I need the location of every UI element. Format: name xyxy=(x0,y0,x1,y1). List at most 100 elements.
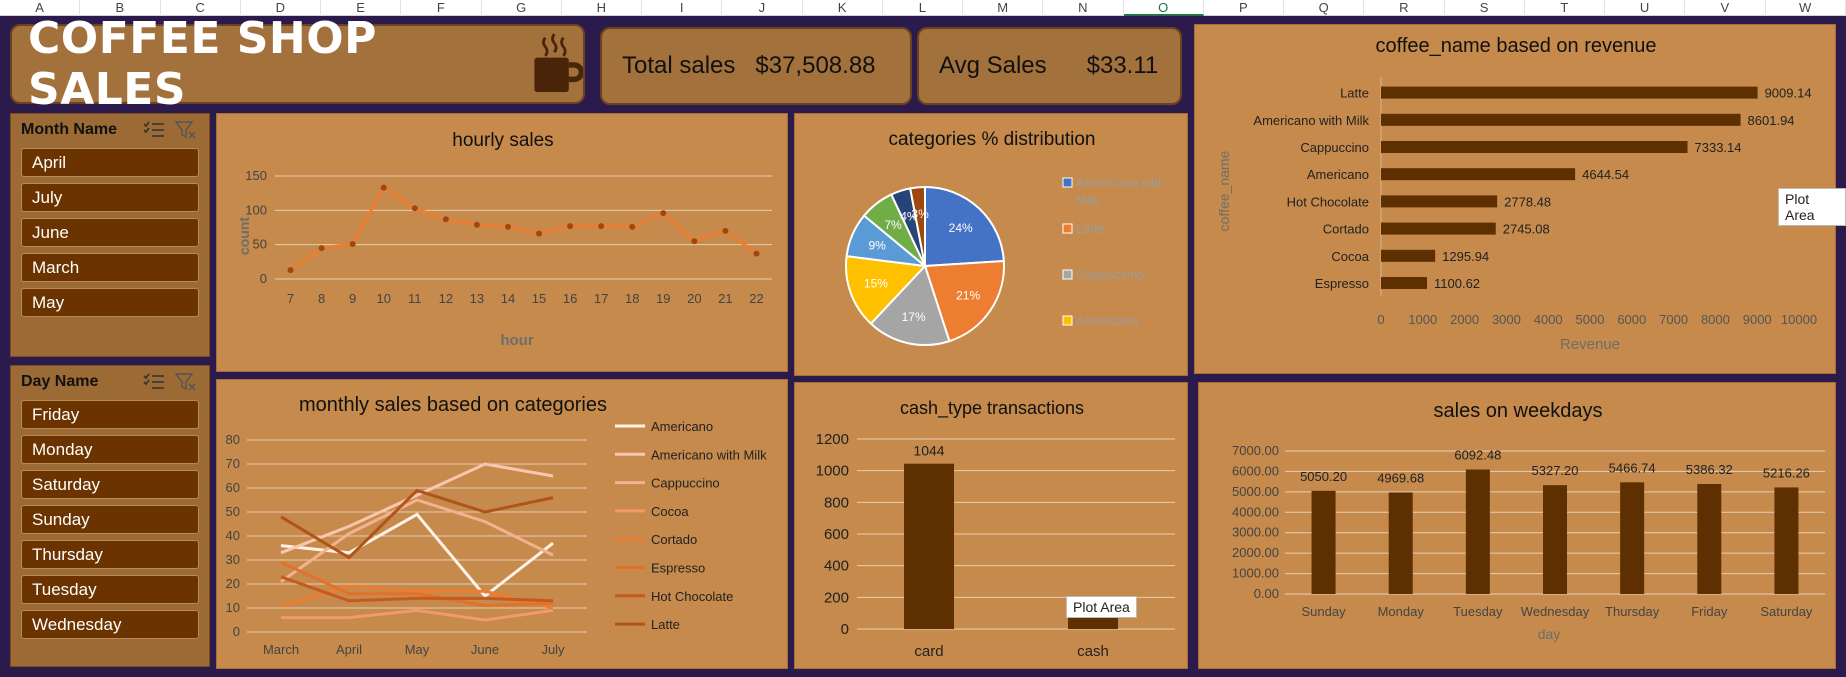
x-tick-label: April xyxy=(336,642,362,657)
bar xyxy=(1381,277,1428,289)
column-header-t[interactable]: T xyxy=(1525,0,1605,16)
column-header-v[interactable]: V xyxy=(1685,0,1766,16)
multi-select-icon[interactable] xyxy=(143,120,165,140)
x-tick-label: 21 xyxy=(718,291,732,306)
bar xyxy=(1381,141,1688,153)
data-label: 7333.14 xyxy=(1695,140,1742,155)
categories-pie-chart[interactable]: categories % distribution 24% 21% 17% 15% 9% 7… xyxy=(794,113,1188,376)
month-slicer-item-june[interactable]: June xyxy=(21,218,199,247)
column-header-i[interactable]: I xyxy=(642,0,723,16)
data-point xyxy=(722,227,729,234)
column-header-s[interactable]: S xyxy=(1445,0,1525,16)
column-header-o[interactable]: O xyxy=(1123,0,1204,16)
legend-swatch xyxy=(1062,223,1073,234)
x-tick-label: 14 xyxy=(501,291,515,306)
data-point xyxy=(411,205,418,212)
x-tick-label: 16 xyxy=(563,291,577,306)
legend-label: Americano with Milk xyxy=(651,447,767,462)
category-label: cash xyxy=(1077,643,1109,660)
column-header-r[interactable]: R xyxy=(1364,0,1445,16)
month-slicer-item-march[interactable]: March xyxy=(21,253,199,282)
legend-label: Cocoa xyxy=(651,504,689,519)
day-slicer-item-friday[interactable]: Friday xyxy=(21,400,199,429)
category-label: Espresso xyxy=(1315,276,1369,291)
data-point xyxy=(753,250,760,257)
y-tick-label: 200 xyxy=(824,589,849,606)
data-point xyxy=(598,223,605,230)
legend-swatch xyxy=(1062,269,1073,280)
slice-label: 3% xyxy=(911,207,929,221)
column-header-h[interactable]: H xyxy=(562,0,642,16)
month-slicer-item-april[interactable]: April xyxy=(21,148,199,177)
column-header-j[interactable]: J xyxy=(722,0,803,16)
x-tick-label: 8000 xyxy=(1701,312,1730,327)
avg-sales-label: Avg Sales xyxy=(939,52,1047,79)
month-slicer-item-july[interactable]: July xyxy=(21,183,199,212)
legend-label: Americano with xyxy=(1076,175,1165,190)
multi-select-icon[interactable] xyxy=(143,372,165,392)
weekday-sales-chart[interactable]: sales on weekdays 0.00 1000.00 2000.00 3000.… xyxy=(1198,382,1836,669)
coffee-revenue-chart[interactable]: coffee_name based on revenue Latte 9009.14… xyxy=(1194,24,1836,374)
data-point xyxy=(349,240,356,247)
column-header-n[interactable]: N xyxy=(1043,0,1124,16)
legend-label: Cappuccino xyxy=(1076,267,1145,282)
category-label: Americano with Milk xyxy=(1253,113,1369,128)
x-tick-label: 6000 xyxy=(1617,312,1646,327)
y-tick-label: 150 xyxy=(245,168,267,183)
column-header-k[interactable]: K xyxy=(803,0,883,16)
data-label: 5327.20 xyxy=(1532,463,1579,478)
day-slicer-item-wednesday[interactable]: Wednesday xyxy=(21,610,199,639)
y-tick-label: 20 xyxy=(226,576,240,591)
month-slicer[interactable]: Month Name April July June March May xyxy=(10,113,210,357)
legend-label: Latte xyxy=(1076,221,1105,236)
column-header-l[interactable]: L xyxy=(883,0,963,16)
legend-label: Milk xyxy=(1076,193,1100,208)
column-header-u[interactable]: U xyxy=(1605,0,1686,16)
day-slicer-item-monday[interactable]: Monday xyxy=(21,435,199,464)
day-slicer-item-tuesday[interactable]: Tuesday xyxy=(21,575,199,604)
category-label: Sunday xyxy=(1302,604,1347,619)
x-tick-label: 9 xyxy=(349,291,356,306)
category-label: Hot Chocolate xyxy=(1287,194,1369,209)
legend-label: Latte xyxy=(651,617,680,632)
clear-filter-icon[interactable] xyxy=(175,120,197,140)
slice-label: 9% xyxy=(868,238,886,252)
plot-area-tooltip: Plot Area xyxy=(1778,188,1846,226)
slice-label: 17% xyxy=(902,310,926,324)
day-slicer-item-saturday[interactable]: Saturday xyxy=(21,470,199,499)
legend-swatch xyxy=(1062,177,1073,188)
bar xyxy=(1381,168,1576,181)
day-slicer-item-thursday[interactable]: Thursday xyxy=(21,540,199,569)
y-tick-label: 100 xyxy=(245,202,267,217)
avg-sales-value: $33.11 xyxy=(1086,52,1159,79)
bar xyxy=(1774,487,1799,594)
day-slicer[interactable]: Day Name Friday Monday Saturday Sunday Thurs… xyxy=(10,365,210,667)
x-axis-title: Revenue xyxy=(1560,336,1620,353)
cash-type-chart[interactable]: cash_type transactions 0 200 400 600 800 1000 1… xyxy=(794,382,1188,669)
column-header-q[interactable]: Q xyxy=(1284,0,1365,16)
category-label: Cappuccino xyxy=(1300,140,1369,155)
category-label: Thursday xyxy=(1605,604,1660,619)
column-header-m[interactable]: M xyxy=(963,0,1044,16)
data-point xyxy=(380,184,387,191)
y-tick-label: 6000.00 xyxy=(1232,463,1279,478)
category-label: Americano xyxy=(1307,167,1369,182)
column-header-p[interactable]: P xyxy=(1204,0,1284,16)
x-tick-label: 9000 xyxy=(1743,312,1772,327)
y-tick-label: 60 xyxy=(226,480,240,495)
clear-filter-icon[interactable] xyxy=(175,372,197,392)
total-sales-label: Total sales xyxy=(622,52,736,79)
data-label: 5466.74 xyxy=(1609,460,1656,475)
column-header-w[interactable]: W xyxy=(1766,0,1846,16)
data-label: 2745.08 xyxy=(1503,222,1550,237)
hourly-sales-chart[interactable]: hourly sales 0 50 100 150 7 8 9 10 11 12 13 14 15 16 17… xyxy=(216,113,788,372)
month-slicer-item-may[interactable]: May xyxy=(21,288,199,317)
monthly-sales-chart[interactable]: monthly sales based on categories 0 10 20 30… xyxy=(216,379,788,669)
legend-label: Americano xyxy=(1076,313,1138,328)
legend-swatch xyxy=(1062,315,1073,326)
y-tick-label: 7000.00 xyxy=(1232,443,1279,458)
day-slicer-item-sunday[interactable]: Sunday xyxy=(21,505,199,534)
legend-label: Hot Chocolate xyxy=(651,589,733,604)
category-label: Tuesday xyxy=(1453,604,1503,619)
y-tick-label: 1000.00 xyxy=(1232,566,1279,581)
